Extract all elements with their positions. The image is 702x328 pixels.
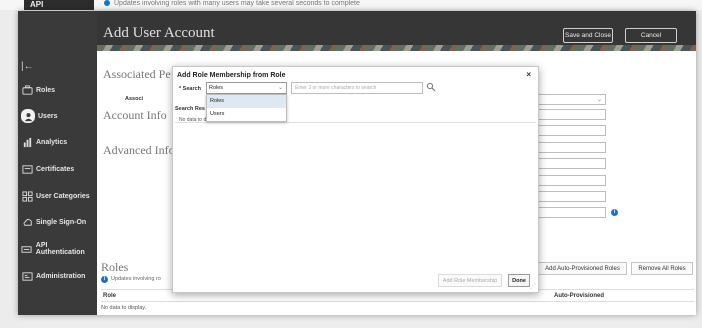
- search-type-select[interactable]: Roles ⌄: [206, 82, 287, 94]
- users-icon: [21, 109, 35, 123]
- associated-label: Associ: [125, 96, 144, 102]
- sidebar-item-label: Single Sign-On: [36, 218, 87, 226]
- top-info-text: Updates involving roles with many users …: [114, 0, 360, 7]
- sidebar-item-analytics[interactable]: Analytics: [18, 133, 97, 151]
- top-info: Updates involving roles with many users …: [104, 0, 360, 8]
- search-label: * Search: [179, 86, 202, 92]
- sidebar-item-administration[interactable]: Administration: [18, 267, 97, 285]
- account-field-4[interactable]: [538, 158, 606, 169]
- account-field-3[interactable]: [538, 142, 606, 153]
- dropdown-option-users[interactable]: Users: [207, 108, 286, 121]
- page-title: Add User Account: [103, 25, 215, 41]
- info-icon[interactable]: i: [611, 209, 618, 216]
- add-role-membership-button[interactable]: Add Role Membership: [438, 274, 502, 287]
- divider: [175, 122, 536, 123]
- search-results-label: Search Res: [175, 106, 205, 112]
- cancel-button[interactable]: Cancel: [625, 28, 677, 43]
- roles-section-title: Roles: [101, 260, 129, 274]
- associated-person-select[interactable]: ⌄: [538, 94, 606, 105]
- account-field-1[interactable]: [538, 109, 606, 120]
- add-auto-provisioned-roles-button[interactable]: Add Auto-Provisioned Roles: [538, 262, 627, 275]
- analytics-icon: [21, 136, 33, 148]
- search-type-dropdown: Roles Users: [206, 94, 287, 122]
- single-sign-on-icon: [21, 216, 33, 228]
- done-button[interactable]: Done: [508, 274, 530, 287]
- sidebar-item-label: Roles: [36, 86, 56, 94]
- collapse-sidebar-icon[interactable]: |←: [21, 61, 34, 72]
- resize-grip-icon[interactable]: ⋰: [530, 283, 536, 290]
- info-icon: [104, 0, 110, 6]
- roles-note: i Updates involving ro: [101, 276, 161, 283]
- info-icon: i: [101, 276, 108, 283]
- chevron-down-icon: ⌄: [596, 97, 602, 103]
- column-auto-provisioned[interactable]: Auto-Provisioned: [554, 293, 604, 299]
- sidebar-item-label: Administration: [36, 272, 86, 280]
- sidebar-item-user-categories[interactable]: User Categories: [18, 187, 97, 205]
- remove-all-roles-button[interactable]: Remove All Roles: [631, 262, 693, 275]
- search-icon[interactable]: [426, 82, 436, 92]
- api-authentication-icon: [21, 243, 33, 255]
- add-role-membership-dialog: Add Role Membership from Role × * Search…: [172, 66, 539, 293]
- account-field-2[interactable]: [538, 125, 606, 136]
- dialog-title: Add Role Membership from Role: [177, 72, 286, 79]
- chevron-down-icon: ⌄: [277, 85, 283, 91]
- save-and-close-button[interactable]: Save and Close: [563, 28, 613, 43]
- administration-icon: [21, 270, 33, 282]
- page-header: Add User Account Save and Close Cancel: [97, 11, 696, 51]
- sidebar-item-label: Certificates: [36, 165, 75, 173]
- roles-icon: [21, 84, 33, 96]
- section-associated-person: Associated Pe: [103, 67, 171, 81]
- search-type-value: Roles: [209, 85, 224, 91]
- sidebar-item-users[interactable]: Users: [18, 107, 97, 125]
- sidebar: |← Roles Users Analytics Certificates Us…: [18, 11, 97, 315]
- user-categories-icon: [21, 190, 33, 202]
- top-strip: API Authentication Updates involving rol…: [0, 0, 702, 10]
- sidebar-item-label: Users: [38, 112, 58, 120]
- section-account-information: Account Info: [103, 108, 167, 122]
- certificates-icon: [21, 163, 33, 175]
- account-field-5[interactable]: [538, 175, 606, 186]
- sidebar-item-label: API Authentication: [35, 242, 85, 256]
- sidebar-item-api-authentication[interactable]: API Authentication: [18, 240, 97, 258]
- close-icon[interactable]: ×: [526, 70, 531, 79]
- roles-empty-message: No data to display.: [101, 305, 147, 311]
- account-field-6[interactable]: [538, 191, 606, 202]
- top-tab[interactable]: API Authentication: [24, 0, 94, 10]
- sidebar-item-single-sign-on[interactable]: Single Sign-On: [18, 213, 97, 231]
- account-field-7[interactable]: [538, 207, 606, 218]
- sidebar-item-roles[interactable]: Roles: [18, 81, 97, 99]
- column-role[interactable]: Role: [103, 293, 116, 299]
- sidebar-item-certificates[interactable]: Certificates: [18, 160, 97, 178]
- sidebar-item-label: Analytics: [36, 138, 68, 146]
- dropdown-option-roles[interactable]: Roles: [207, 95, 286, 108]
- roles-note-text: Updates involving ro: [111, 276, 161, 282]
- sidebar-item-label: User Categories: [36, 192, 90, 200]
- search-input[interactable]: Enter 3 or more characters to search: [291, 82, 423, 94]
- section-advanced-information: Advanced Info: [103, 143, 175, 157]
